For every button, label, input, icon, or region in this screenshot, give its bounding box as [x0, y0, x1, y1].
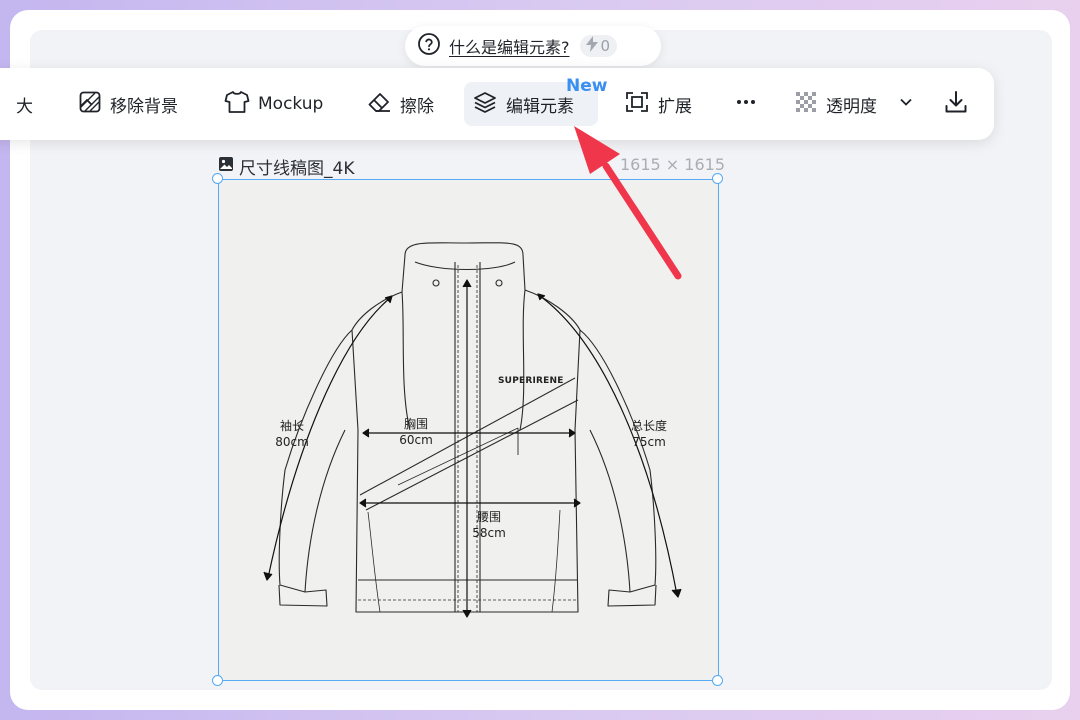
red-arrow-annotation: [574, 126, 682, 280]
resize-handle-bottom-right[interactable]: [712, 675, 723, 686]
tshirt-icon: [224, 90, 250, 119]
chevron-down-icon[interactable]: [899, 94, 913, 114]
toolbar-download-button[interactable]: [935, 82, 977, 126]
toolbar-label: 编辑元素: [506, 96, 574, 117]
toolbar-label: 大: [16, 96, 33, 117]
transparency-icon: [794, 90, 818, 119]
toolbar-transparency-button[interactable]: 透明度: [786, 82, 921, 126]
image-name: 尺寸线稿图_4K: [239, 159, 355, 179]
help-pill[interactable]: 什么是编辑元素? 0: [405, 26, 661, 66]
toolbar-more-button[interactable]: [726, 82, 766, 126]
toolbar-erase-button[interactable]: 擦除: [358, 82, 442, 126]
image-title: 尺寸线稿图_4K: [218, 154, 354, 179]
resize-handle-top-right[interactable]: [712, 173, 723, 184]
help-link[interactable]: 什么是编辑元素?: [449, 34, 570, 58]
layers-edit-icon: [472, 90, 498, 119]
more-icon: [734, 90, 758, 119]
eraser-icon: [366, 90, 392, 119]
download-icon: [943, 89, 969, 120]
expand-icon: [624, 90, 650, 119]
toolbar-label: Mockup: [258, 94, 324, 114]
credit-count: 0: [600, 37, 611, 55]
image-toolbar: 大 移除背景 Mockup 擦除 编辑元素 扩展 透明度: [0, 68, 994, 140]
toolbar-label: 扩展: [658, 96, 692, 117]
toolbar-enlarge-button[interactable]: 大: [16, 82, 33, 126]
credit-badge: 0: [579, 35, 618, 57]
toolbar-label: 移除背景: [110, 96, 178, 117]
resize-handle-top-left[interactable]: [212, 173, 223, 184]
remove-background-icon: [78, 90, 102, 119]
resize-handle-bottom-left[interactable]: [212, 675, 223, 686]
new-badge: New: [566, 76, 608, 96]
toolbar-remove-background-button[interactable]: 移除背景: [70, 82, 186, 126]
toolbar-label: 擦除: [400, 96, 434, 117]
toolbar-label: 透明度: [826, 96, 877, 117]
toolbar-mockup-button[interactable]: Mockup: [216, 82, 331, 126]
lightning-icon: [585, 36, 599, 56]
question-icon: [417, 32, 441, 60]
